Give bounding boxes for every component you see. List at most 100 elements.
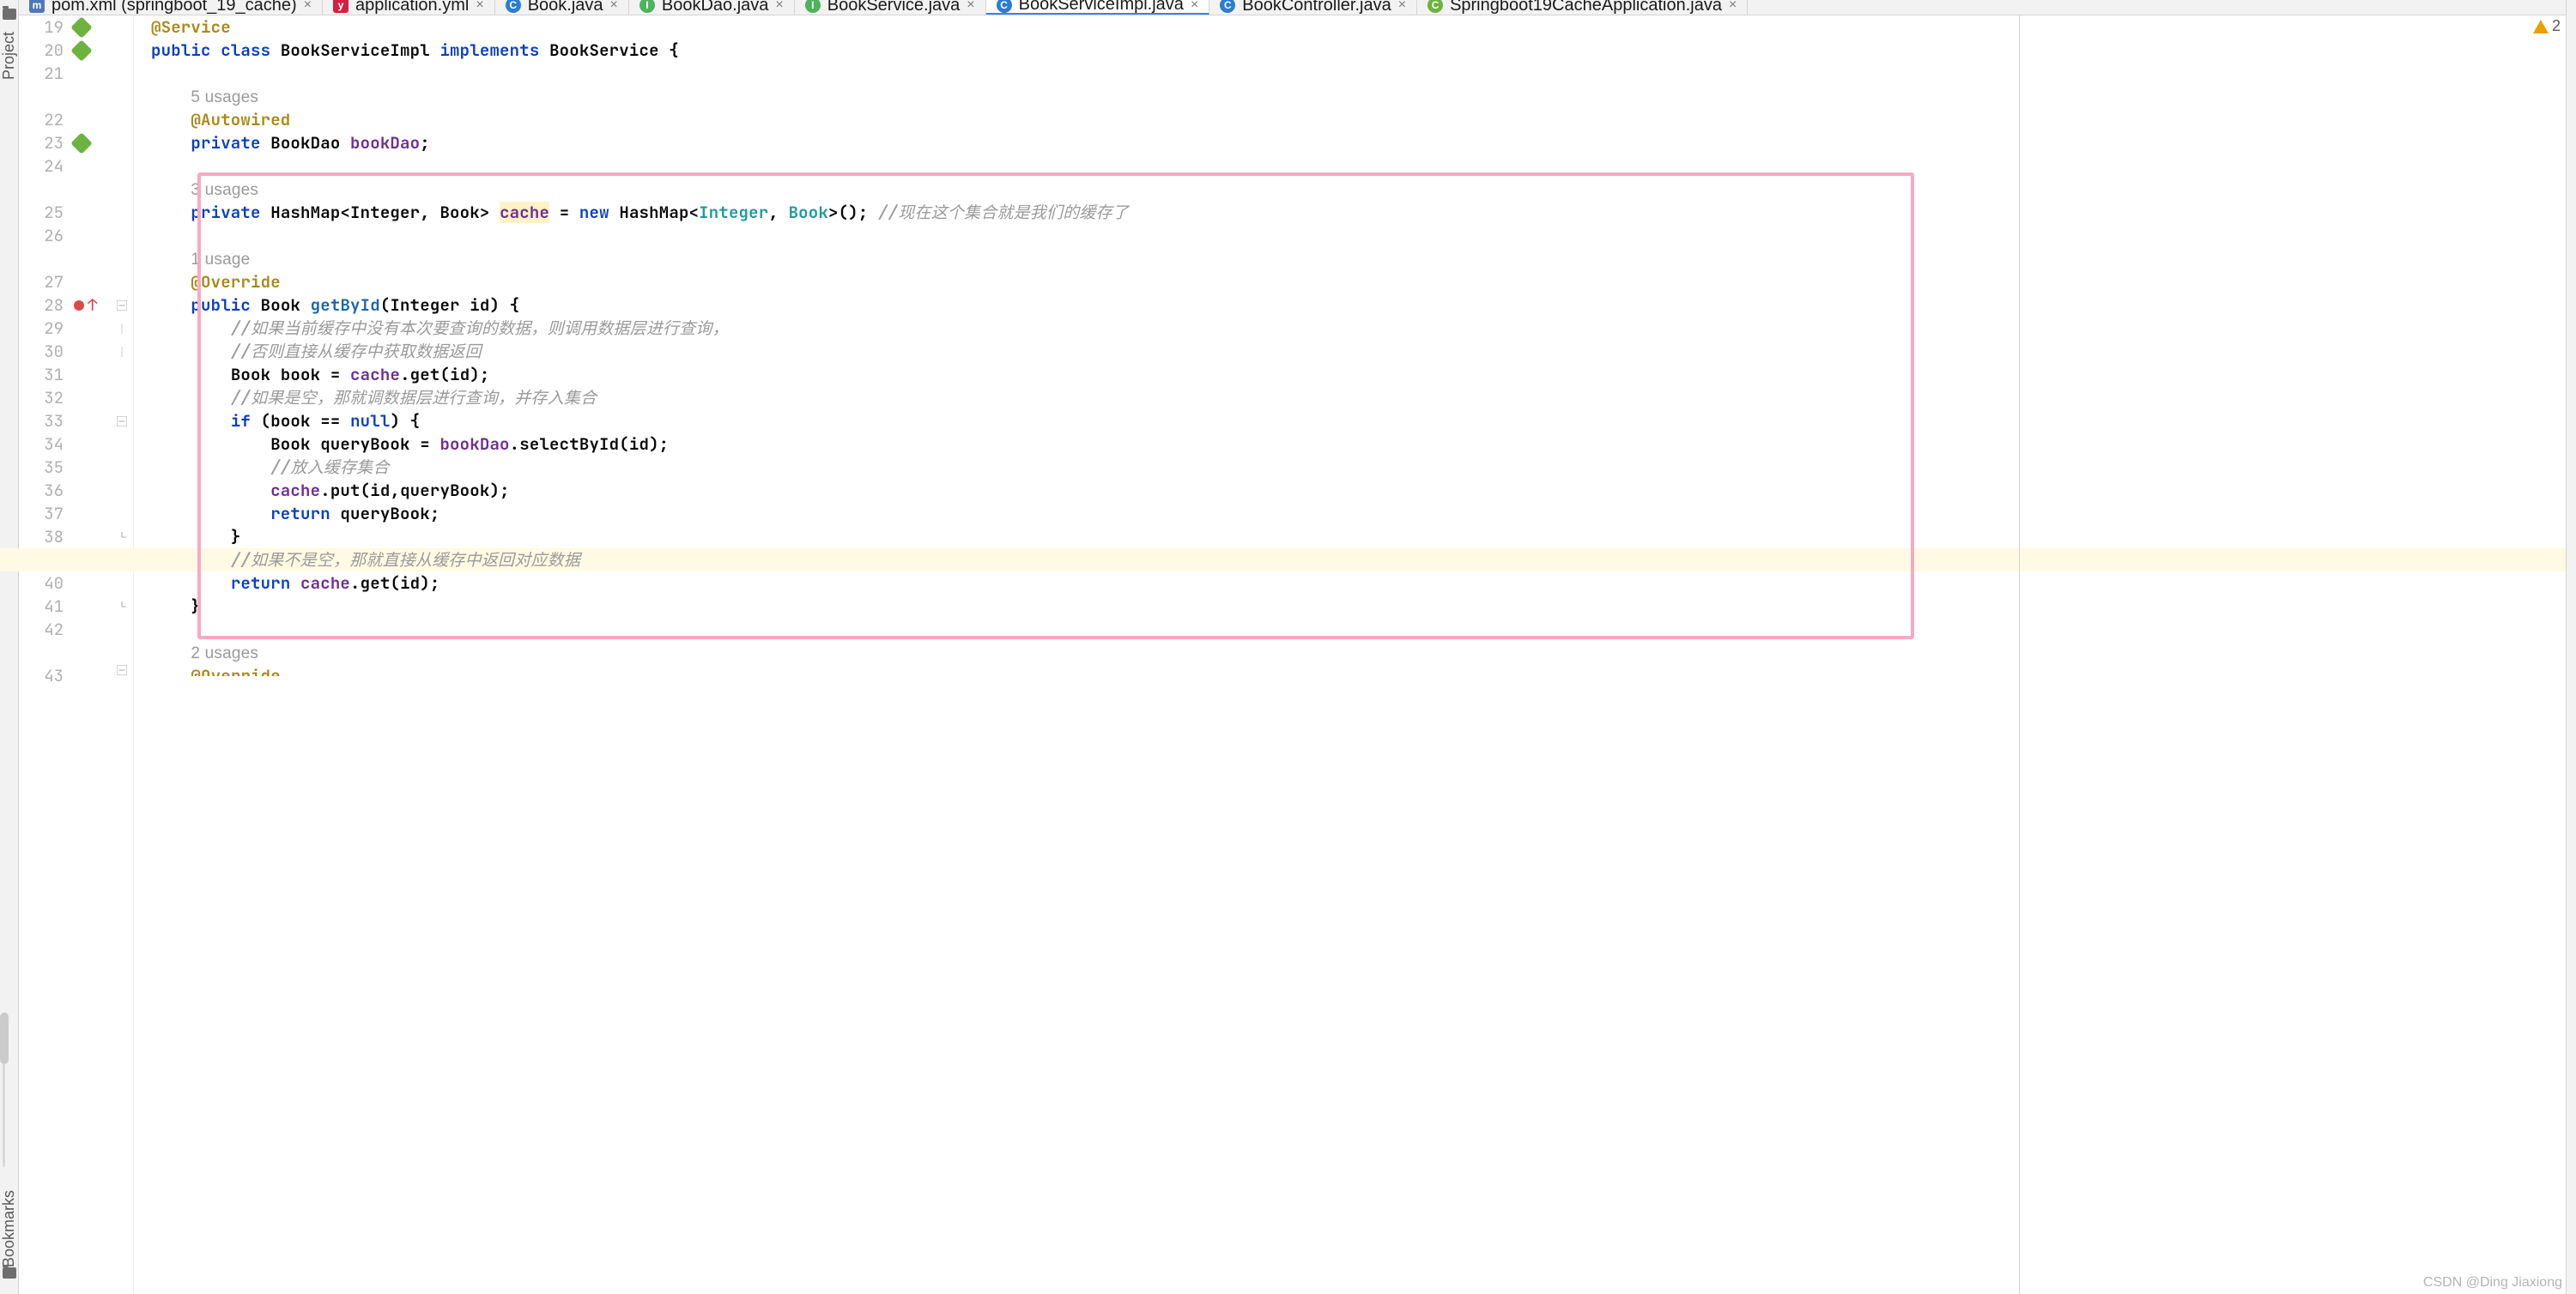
- code-line[interactable]: public class BookServiceImpl implements …: [134, 39, 2566, 62]
- code-line[interactable]: 2 usages: [134, 641, 2566, 664]
- line-number: 42: [19, 618, 64, 641]
- gutter-icon-column: ↑: [72, 15, 110, 1294]
- line-number: 41: [19, 595, 64, 618]
- gutter-icon-slot: [72, 201, 110, 224]
- tab-close-icon[interactable]: ×: [304, 0, 312, 13]
- editor-tab-5[interactable]: CBookServiceImpl.java×: [986, 0, 1210, 15]
- fold-mark-slot: [110, 502, 133, 525]
- tab-close-icon[interactable]: ×: [1398, 0, 1406, 13]
- tab-close-icon[interactable]: ×: [967, 0, 974, 13]
- editor-tab-6[interactable]: CBookController.java×: [1209, 0, 1417, 15]
- code-line[interactable]: public Book getById(Integer id) {: [134, 293, 2566, 317]
- ctrl-file-icon: C: [1220, 0, 1235, 13]
- code-line[interactable]: @Override: [134, 270, 2566, 293]
- inspection-lane: 2: [2549, 15, 2566, 1294]
- warning-triangle-icon: [2533, 20, 2549, 33]
- override-icon[interactable]: [74, 300, 84, 311]
- editor-tab-2[interactable]: CBook.java×: [495, 0, 629, 15]
- fold-mark-slot: [110, 340, 133, 363]
- gutter-icon-slot: [72, 456, 110, 479]
- code-line[interactable]: //如果当前缓存中没有本次要查询的数据，则调用数据层进行查询，: [134, 317, 2566, 340]
- line-number: 21: [19, 62, 64, 85]
- editor-tab-0[interactable]: mpom.xml (springboot_19_cache)×: [19, 0, 323, 15]
- line-number: 34: [19, 432, 64, 456]
- fold-mark-slot: [110, 224, 133, 247]
- fold-mark-slot: [110, 62, 133, 85]
- tab-close-icon[interactable]: ×: [775, 0, 783, 13]
- code-line[interactable]: private BookDao bookDao;: [134, 131, 2566, 154]
- code-line[interactable]: }: [134, 595, 2566, 618]
- left-rail-thumb[interactable]: [0, 1013, 9, 1064]
- line-number: 40: [19, 571, 64, 595]
- line-number: 30: [19, 340, 64, 363]
- gutter-icon-slot: [72, 85, 110, 108]
- code-line[interactable]: return queryBook;: [134, 502, 2566, 525]
- gutter-icon-slot: [72, 247, 110, 270]
- gutter-icon-slot: [72, 502, 110, 525]
- code-line[interactable]: //放入缓存集合: [134, 456, 2566, 479]
- java-file-icon: C: [997, 0, 1012, 13]
- fold-toggle-icon[interactable]: [110, 293, 133, 317]
- java-file-icon: C: [506, 0, 521, 13]
- code-editor[interactable]: @Servicepublic class BookServiceImpl imp…: [134, 15, 2566, 1294]
- gutter-icon-slot: [72, 39, 110, 62]
- code-line[interactable]: @Override: [134, 664, 2566, 676]
- bookmarks-tool-label[interactable]: Bookmarks: [0, 1190, 18, 1267]
- editor-tab-4[interactable]: IBookService.java×: [795, 0, 986, 15]
- gutter-icon-slot: [72, 340, 110, 363]
- tab-close-icon[interactable]: ×: [476, 0, 483, 13]
- fold-toggle-icon[interactable]: [110, 664, 133, 676]
- gutter-icon-slot: [72, 108, 110, 131]
- code-line[interactable]: 1 usage: [134, 247, 2566, 270]
- code-line[interactable]: //否则直接从缓存中获取数据返回: [134, 340, 2566, 363]
- editor-tab-7[interactable]: CSpringboot19CacheApplication.java×: [1417, 0, 1748, 15]
- code-line[interactable]: 5 usages: [134, 85, 2566, 108]
- code-line[interactable]: Book book = cache.get(id);: [134, 363, 2566, 386]
- project-tool-label[interactable]: Project: [0, 32, 18, 80]
- code-line[interactable]: //如果是空，那就调数据层进行查询，并存入集合: [134, 386, 2566, 409]
- bookmarks-tool-icon[interactable]: [3, 1267, 16, 1279]
- code-line[interactable]: return cache.get(id);: [134, 571, 2566, 595]
- code-line[interactable]: [134, 62, 2566, 85]
- tab-close-icon[interactable]: ×: [1191, 0, 1198, 13]
- code-line[interactable]: 3 usages: [134, 178, 2566, 201]
- code-line[interactable]: if (book == null) {: [134, 409, 2566, 432]
- gutter-icon-slot: [72, 270, 110, 293]
- spring-bean-icon[interactable]: [70, 16, 92, 38]
- line-number: [19, 85, 64, 108]
- gutter-icon-slot: [72, 432, 110, 456]
- code-line[interactable]: @Autowired: [134, 108, 2566, 131]
- tab-close-icon[interactable]: ×: [610, 0, 618, 13]
- gutter-icon-slot: [72, 224, 110, 247]
- fold-mark-slot: [110, 108, 133, 131]
- code-line[interactable]: [134, 618, 2566, 641]
- spring-bean-icon[interactable]: [70, 132, 92, 154]
- line-number: 25: [19, 201, 64, 224]
- fold-mark-slot: [110, 432, 133, 456]
- watermark-text: CSDN @Ding Jiaxiong: [2423, 1275, 2562, 1291]
- spring-bean-icon[interactable]: [70, 39, 92, 61]
- code-line[interactable]: [134, 224, 2566, 247]
- gutter-icon-slot: [72, 154, 110, 178]
- code-line[interactable]: Book queryBook = bookDao.selectById(id);: [134, 432, 2566, 456]
- project-tool-icon[interactable]: [3, 9, 16, 20]
- fold-mark-slot: [110, 39, 133, 62]
- gutter-icon-slot: [72, 62, 110, 85]
- gutter-icon-slot: [72, 409, 110, 432]
- line-number: 37: [19, 502, 64, 525]
- code-line[interactable]: @Service: [134, 15, 2566, 39]
- code-line[interactable]: //如果不是空，那就直接从缓存中返回对应数据: [0, 548, 2566, 571]
- code-line[interactable]: [134, 154, 2566, 178]
- line-number: 19: [19, 15, 64, 39]
- fold-mark-slot: [110, 178, 133, 201]
- editor-tab-3[interactable]: IBookDao.java×: [629, 0, 795, 15]
- inspection-warning-badge[interactable]: 2: [2533, 17, 2561, 35]
- code-line[interactable]: }: [134, 525, 2566, 548]
- tab-close-icon[interactable]: ×: [1729, 0, 1737, 13]
- code-line[interactable]: private HashMap<Integer, Book> cache = n…: [134, 201, 2566, 224]
- gutter-icon-slot: [72, 479, 110, 502]
- line-number: [19, 178, 64, 201]
- fold-toggle-icon[interactable]: [110, 409, 133, 432]
- editor-tab-1[interactable]: yapplication.yml×: [323, 0, 495, 15]
- code-line[interactable]: cache.put(id,queryBook);: [134, 479, 2566, 502]
